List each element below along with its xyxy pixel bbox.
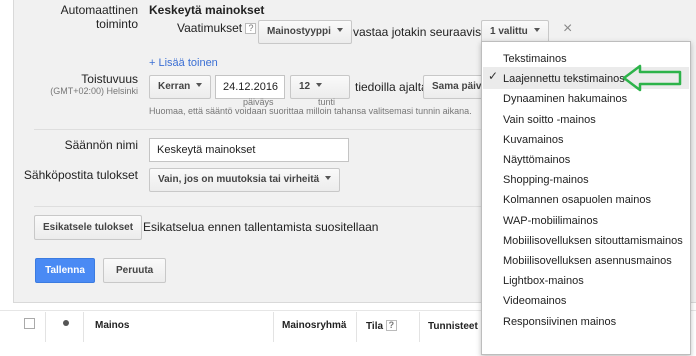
divider: [34, 129, 482, 130]
cancel-button[interactable]: Peruuta: [103, 258, 167, 283]
green-arrow-icon: [622, 64, 682, 92]
preview-results-label: Esikatsele tulokset: [43, 222, 134, 233]
ad-type-dropdown-label: Mainostyyppi: [267, 26, 331, 37]
menu-item[interactable]: Responsiivinen mainos: [503, 314, 616, 330]
menu-item[interactable]: Kuvamainos: [503, 132, 564, 148]
menu-item[interactable]: Mobiilisovelluksen asennusmainos: [503, 253, 672, 269]
chevron-down-icon: [316, 83, 323, 87]
menu-item[interactable]: Shopping-mainos: [503, 172, 589, 188]
column-separator: [419, 312, 420, 342]
hour-dropdown[interactable]: 12: [290, 75, 350, 99]
timezone-label: (GMT+02:00) Helsinki: [50, 86, 138, 96]
auto-action-label: Automaattinen toiminto: [60, 3, 138, 31]
date-input[interactable]: 24.12.2016: [215, 75, 285, 99]
chevron-down-icon: [336, 28, 343, 32]
close-icon[interactable]: ×: [563, 20, 572, 38]
menu-item[interactable]: Videomainos: [503, 293, 566, 309]
same-day-label: Sama päivä: [432, 81, 488, 92]
menu-item[interactable]: Laajennettu tekstimainos: [503, 71, 625, 87]
column-separator: [273, 312, 274, 342]
menu-item[interactable]: WAP-mobiilimainos: [503, 213, 598, 229]
email-results-dropdown[interactable]: Vain, jos on muutoksia tai virheitä: [149, 168, 341, 192]
col-header-adgroup[interactable]: Mainosryhmä: [282, 320, 346, 331]
matches-text: vastaa jotakin seuraavista: [353, 25, 492, 39]
help-icon[interactable]: ?: [385, 320, 397, 331]
action-value: Keskeytä mainokset: [149, 3, 265, 17]
col-header-status[interactable]: Tila ?: [366, 320, 397, 332]
chevron-down-icon: [196, 83, 203, 87]
hour-dropdown-label: 12: [299, 81, 311, 92]
status-dot-icon: [63, 320, 69, 326]
frequency-label: Toistuvuus: [81, 72, 138, 86]
data-period-text: tiedoilla ajalta: [355, 80, 428, 94]
column-separator: [83, 312, 84, 342]
ad-type-dropdown[interactable]: Mainostyyppi: [258, 20, 352, 44]
menu-item[interactable]: Tekstimainos: [503, 51, 567, 67]
frequency-dropdown[interactable]: Kerran: [149, 75, 212, 99]
checkmark-icon: ✓: [488, 69, 499, 83]
menu-item[interactable]: Näyttömainos: [503, 152, 570, 168]
divider: [34, 206, 482, 207]
requirements-label: Vaatimukset ?: [177, 21, 257, 35]
menu-item[interactable]: Kolmannen osapuolen mainos: [503, 192, 651, 208]
rule-name-input[interactable]: Keskeytä mainokset: [149, 138, 349, 162]
preview-results-button[interactable]: Esikatsele tulokset: [34, 215, 143, 240]
frequency-note: Huomaa, että sääntö voidaan suorittaa mi…: [149, 106, 472, 116]
email-results-label: Sähköpostita tulokset: [23, 168, 138, 182]
requirements-label-text: Vaatimukset: [177, 21, 243, 35]
frequency-dropdown-label: Kerran: [158, 81, 191, 92]
selected-count-label: 1 valittu: [490, 26, 528, 37]
preview-recommendation-text: Esikatselua ennen tallentamista suositel…: [143, 220, 379, 234]
save-button[interactable]: Tallenna: [35, 258, 95, 283]
select-all-checkbox[interactable]: [24, 318, 35, 329]
chevron-down-icon: [533, 28, 540, 32]
menu-item[interactable]: Dynaaminen hakumainos: [503, 91, 627, 107]
chevron-down-icon: [325, 176, 332, 180]
menu-item[interactable]: Mobiilisovelluksen sitouttamismainos: [503, 233, 683, 249]
col-header-status-label: Tila: [366, 321, 384, 332]
menu-item[interactable]: Lightbox-mainos: [503, 273, 584, 289]
menu-item[interactable]: Vain soitto -mainos: [503, 112, 596, 128]
email-results-dropdown-label: Vain, jos on muutoksia tai virheitä: [158, 174, 320, 185]
rule-name-label: Säännön nimi: [64, 138, 138, 152]
col-header-ad[interactable]: Mainos: [95, 320, 129, 331]
cancel-label: Peruuta: [116, 265, 154, 276]
add-another-link[interactable]: + Lisää toinen: [149, 57, 218, 69]
help-icon[interactable]: ?: [245, 23, 257, 34]
column-separator: [45, 312, 46, 342]
column-separator: [356, 312, 357, 342]
col-header-labels-label: Tunnisteet: [428, 321, 478, 332]
